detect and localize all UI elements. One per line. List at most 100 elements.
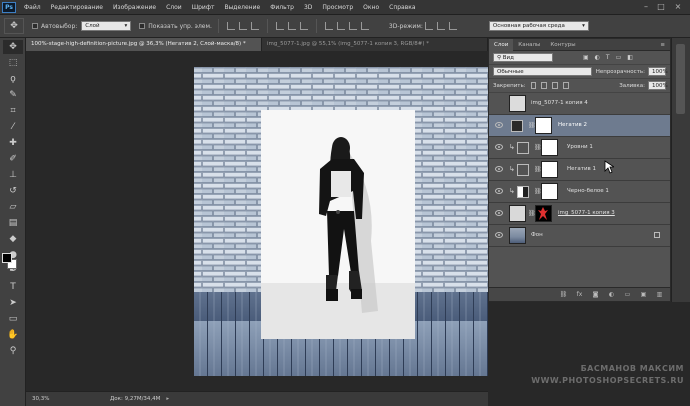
layer-name[interactable]: Уровни 1 xyxy=(567,144,593,150)
link-layers-icon[interactable]: ⛓ xyxy=(559,291,568,299)
menu-filter[interactable]: Фильтр xyxy=(265,4,299,11)
autoselect-select[interactable]: Слой ▾ xyxy=(81,21,132,31)
marquee-tool-icon[interactable]: ⬚ xyxy=(3,56,23,70)
menu-file[interactable]: Файл xyxy=(19,4,46,11)
opacity-input[interactable]: 100% xyxy=(648,67,668,76)
hand-tool-icon[interactable]: ✋ xyxy=(3,328,23,342)
lock-all-icon[interactable] xyxy=(563,82,570,89)
menu-3d[interactable]: 3D xyxy=(299,4,317,11)
pan-3d-icon[interactable] xyxy=(436,22,445,30)
status-arrow-icon[interactable]: ▸ xyxy=(166,396,169,402)
eye-icon[interactable] xyxy=(495,232,503,238)
layer-name[interactable]: Фон xyxy=(531,232,543,238)
filter-pixel-icon[interactable]: ▣ xyxy=(583,54,589,61)
add-mask-icon[interactable]: ◙ xyxy=(591,291,600,299)
foreground-color-swatch[interactable] xyxy=(2,253,12,263)
menu-edit[interactable]: Редактирование xyxy=(46,4,108,11)
crop-tool-icon[interactable]: ⌗ xyxy=(3,104,23,118)
type-tool-icon[interactable]: T xyxy=(3,280,23,294)
new-adjustment-icon[interactable]: ◐ xyxy=(607,291,616,299)
menu-help[interactable]: Справка xyxy=(384,4,420,11)
filter-shape-icon[interactable]: ▭ xyxy=(616,54,622,61)
minimize-icon[interactable]: – xyxy=(640,2,652,12)
align-middle-icon[interactable] xyxy=(238,22,247,30)
layer-name[interactable]: img_5077-1 копия 4 xyxy=(531,100,588,106)
eraser-tool-icon[interactable]: ▱ xyxy=(3,200,23,214)
eye-icon[interactable] xyxy=(495,166,503,172)
layer-row[interactable]: img_5077-1 копия 4 xyxy=(489,93,670,115)
rotate-3d-icon[interactable] xyxy=(424,22,433,30)
autoselect-checkbox[interactable] xyxy=(32,23,38,29)
eye-icon[interactable] xyxy=(495,188,503,194)
tab-paths[interactable]: Контуры xyxy=(545,39,580,51)
move-tool-icon[interactable]: ✥ xyxy=(3,40,23,54)
menu-select[interactable]: Выделение xyxy=(219,4,265,11)
lock-position-icon[interactable] xyxy=(552,82,559,89)
layer-row-selected[interactable]: ⛓ Негатив 2 xyxy=(489,115,670,137)
healing-brush-tool-icon[interactable]: ✚ xyxy=(3,136,23,150)
history-brush-tool-icon[interactable]: ↺ xyxy=(3,184,23,198)
eye-icon[interactable] xyxy=(495,144,503,150)
distribute-icon[interactable] xyxy=(360,22,369,30)
gradient-tool-icon[interactable]: ▤ xyxy=(3,216,23,230)
tab-layers[interactable]: Слои xyxy=(489,39,514,51)
distribute-icon[interactable] xyxy=(336,22,345,30)
zoom-level[interactable]: 30,3% xyxy=(32,396,72,402)
move-tool-preset-icon[interactable]: ✥ xyxy=(4,18,24,34)
layer-mask-thumbnail[interactable] xyxy=(535,117,552,134)
align-left-icon[interactable] xyxy=(275,22,284,30)
layer-name[interactable]: img_5077-1 копия 3 xyxy=(558,210,615,216)
trash-icon[interactable]: ▥ xyxy=(655,291,664,299)
layer-name[interactable]: Негатив 1 xyxy=(567,166,596,172)
distribute-icon[interactable] xyxy=(324,22,333,30)
tab-channels[interactable]: Каналы xyxy=(513,39,545,51)
document-canvas[interactable] xyxy=(26,51,501,391)
lock-pixels-icon[interactable] xyxy=(541,82,548,89)
layer-mask-thumbnail[interactable] xyxy=(541,161,558,178)
menu-view[interactable]: Просмотр xyxy=(317,4,358,11)
new-layer-icon[interactable]: ▣ xyxy=(639,291,648,299)
align-center-icon[interactable] xyxy=(287,22,296,30)
layer-name[interactable]: Негатив 2 xyxy=(558,122,587,128)
layer-mask-thumbnail[interactable] xyxy=(541,139,558,156)
eye-icon[interactable] xyxy=(495,122,503,128)
path-select-tool-icon[interactable]: ➤ xyxy=(3,296,23,310)
clone-stamp-tool-icon[interactable]: ⊥ xyxy=(3,168,23,182)
blend-mode-select[interactable]: Обычные xyxy=(493,67,592,76)
canvas-area[interactable] xyxy=(26,51,501,391)
layer-name[interactable]: Черно-белое 1 xyxy=(567,188,609,194)
lock-transparent-icon[interactable] xyxy=(530,82,537,89)
tab-document-1[interactable]: 100%-stage-high-definition-picture.jpg @… xyxy=(26,38,262,51)
quick-select-tool-icon[interactable]: ✎ xyxy=(3,88,23,102)
menu-window[interactable]: Окно xyxy=(358,4,384,11)
layer-row[interactable]: ↳ ⛓ Негатив 1 xyxy=(489,159,670,181)
new-group-icon[interactable]: ▭ xyxy=(623,291,632,299)
menu-image[interactable]: Изображение xyxy=(108,4,161,11)
layer-row[interactable]: ⛓ img_5077-1 копия 3 xyxy=(489,203,670,225)
filter-smart-icon[interactable]: ◧ xyxy=(627,54,633,61)
fill-input[interactable]: 100% xyxy=(647,81,668,90)
blur-tool-icon[interactable]: ◆ xyxy=(3,232,23,246)
layer-row[interactable]: ↳ ⛓ Уровни 1 xyxy=(489,137,670,159)
zoom-tool-icon[interactable]: ⚲ xyxy=(3,344,23,358)
align-top-icon[interactable] xyxy=(226,22,235,30)
align-bottom-icon[interactable] xyxy=(250,22,259,30)
align-right-icon[interactable] xyxy=(299,22,308,30)
close-icon[interactable]: × xyxy=(672,2,684,12)
rectangle-tool-icon[interactable]: ▭ xyxy=(3,312,23,326)
scrollbar-thumb[interactable] xyxy=(676,44,685,114)
brush-tool-icon[interactable]: ✐ xyxy=(3,152,23,166)
menu-type[interactable]: Шрифт xyxy=(187,4,220,11)
lasso-tool-icon[interactable]: ϙ xyxy=(3,72,23,86)
panel-menu-icon[interactable]: ≡ xyxy=(655,39,670,51)
layer-row[interactable]: ↳ ⛓ Черно-белое 1 xyxy=(489,181,670,203)
layer-mask-thumbnail[interactable] xyxy=(541,183,558,200)
layer-filter-select[interactable]: ⚲ Вид xyxy=(493,53,553,62)
eye-icon[interactable] xyxy=(495,210,503,216)
layer-style-icon[interactable]: fx xyxy=(575,291,584,299)
tab-document-2[interactable]: img_5077-1.jpg @ 55,1% (img_5077-1 копия… xyxy=(262,38,488,51)
layer-mask-thumbnail[interactable] xyxy=(535,205,552,222)
slide-3d-icon[interactable] xyxy=(448,22,457,30)
eyedropper-tool-icon[interactable]: ⁄ xyxy=(3,120,23,134)
filter-type-icon[interactable]: T xyxy=(606,54,610,61)
